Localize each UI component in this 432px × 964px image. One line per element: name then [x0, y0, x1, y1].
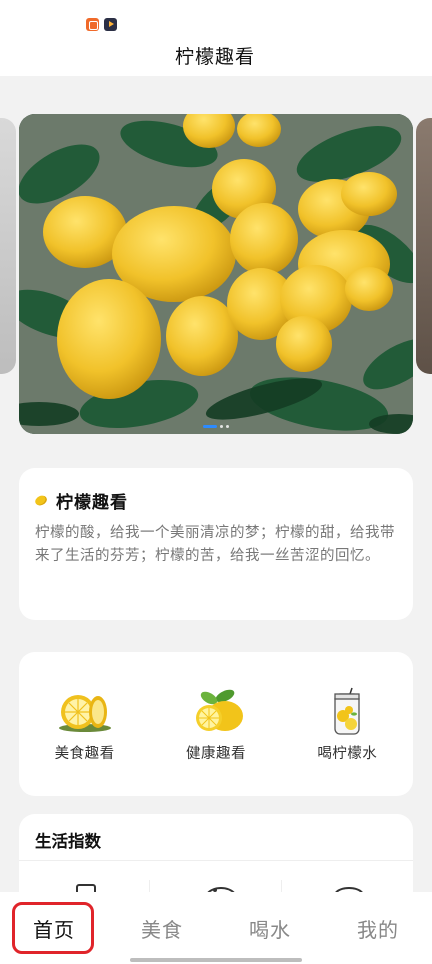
- category-water-label: 喝柠檬水: [317, 746, 378, 762]
- carousel-dots: [19, 425, 413, 428]
- carousel-dot[interactable]: [220, 425, 223, 428]
- carousel-dot-active[interactable]: [203, 425, 217, 428]
- lemon-slices-icon: [58, 695, 111, 732]
- category-health[interactable]: 健康趣看: [161, 686, 271, 763]
- category-health-label: 健康趣看: [185, 746, 246, 762]
- status-bar: [0, 0, 432, 34]
- tab-me[interactable]: 我的: [338, 914, 418, 943]
- tab-home[interactable]: 首页: [14, 914, 94, 943]
- lemon-icon: [33, 493, 49, 508]
- lemon-tree-illustration: [19, 114, 413, 434]
- category-water[interactable]: 喝柠檬水: [292, 686, 402, 763]
- divider: [19, 860, 413, 861]
- banner-image-lemons[interactable]: [19, 114, 413, 434]
- carousel-prev-slide[interactable]: [0, 118, 16, 374]
- lemon-water-jar-icon: [334, 687, 360, 735]
- intro-card: 柠檬趣看 柠檬的酸，给我一个美丽清凉的梦；柠檬的甜，给我带来了生活的芬芳；柠檬的…: [19, 468, 413, 620]
- page-title: 柠檬趣看: [174, 45, 255, 68]
- life-index-title: 生活指数: [35, 832, 101, 851]
- lemon-leaf-icon: [195, 689, 243, 731]
- notification-app-icon: [86, 18, 99, 31]
- home-indicator: [130, 958, 302, 962]
- tab-food[interactable]: 美食: [122, 914, 202, 943]
- app-header: 柠檬趣看: [0, 34, 432, 76]
- intro-description: 柠檬的酸，给我一个美丽清凉的梦；柠檬的甜，给我带来了生活的芬芳；柠檬的苦，给我一…: [35, 525, 395, 564]
- tab-water[interactable]: 喝水: [230, 914, 310, 943]
- category-food[interactable]: 美食趣看: [30, 686, 140, 763]
- bottom-tab-bar: 首页 美食 喝水 我的: [0, 892, 432, 964]
- carousel-dot[interactable]: [226, 425, 229, 428]
- media-app-icon: [104, 18, 117, 31]
- intro-title: 柠檬趣看: [56, 493, 128, 513]
- carousel-next-slide[interactable]: [416, 118, 432, 374]
- category-grid: 美食趣看 健康趣看 喝柠檬水: [19, 652, 413, 796]
- banner-carousel[interactable]: [0, 114, 432, 434]
- intro-header: 柠檬趣看: [33, 488, 397, 513]
- category-food-label: 美食趣看: [54, 746, 115, 762]
